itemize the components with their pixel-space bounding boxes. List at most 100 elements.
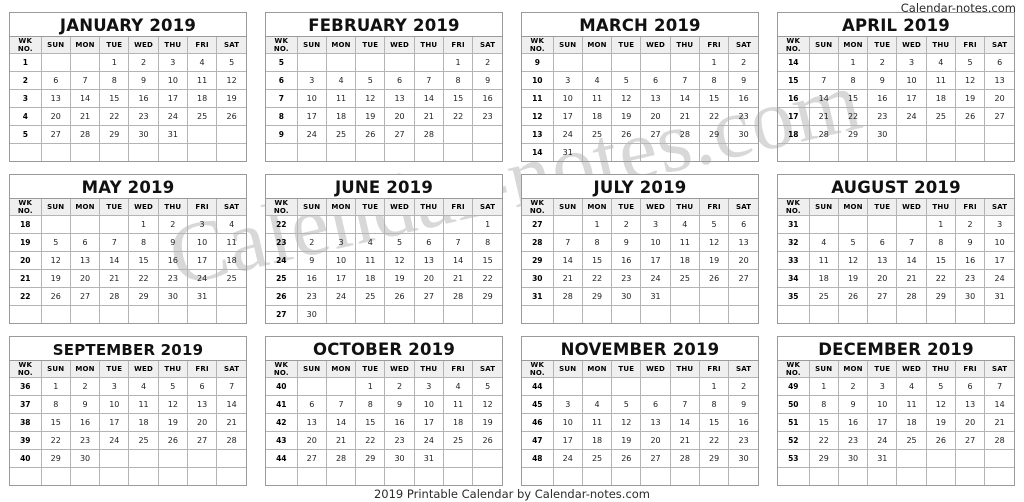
day-cell[interactable]: 8	[99, 70, 130, 90]
day-cell[interactable]	[69, 214, 101, 234]
day-cell[interactable]: 29	[355, 448, 386, 468]
day-cell[interactable]	[728, 286, 758, 306]
day-cell[interactable]: 12	[837, 250, 869, 270]
day-cell[interactable]: 15	[698, 88, 730, 108]
day-cell[interactable]: 6	[640, 70, 671, 90]
day-cell[interactable]: 8	[128, 232, 159, 252]
day-cell[interactable]: 28	[984, 430, 1014, 450]
day-cell[interactable]: 3	[99, 376, 130, 396]
day-cell[interactable]: 4	[581, 394, 613, 414]
day-cell[interactable]: 26	[355, 124, 386, 144]
day-cell[interactable]: 16	[837, 412, 869, 432]
day-cell[interactable]: 26	[384, 286, 415, 306]
day-cell[interactable]	[896, 304, 927, 323]
day-cell[interactable]: 15	[581, 250, 613, 270]
day-cell[interactable]: 2	[728, 52, 758, 72]
day-cell[interactable]: 26	[157, 430, 188, 450]
day-cell[interactable]	[669, 466, 700, 485]
day-cell[interactable]: 29	[698, 124, 730, 144]
day-cell[interactable]: 20	[640, 430, 671, 450]
day-cell[interactable]: 10	[640, 232, 671, 252]
day-cell[interactable]	[925, 142, 956, 161]
day-cell[interactable]	[640, 142, 671, 161]
day-cell[interactable]	[640, 376, 671, 396]
day-cell[interactable]: 21	[896, 268, 927, 288]
day-cell[interactable]: 23	[296, 286, 327, 306]
day-cell[interactable]: 31	[640, 286, 671, 306]
day-cell[interactable]: 27	[728, 268, 758, 288]
day-cell[interactable]: 17	[552, 106, 583, 126]
day-cell[interactable]: 8	[40, 394, 71, 414]
day-cell[interactable]	[128, 142, 159, 161]
day-cell[interactable]: 28	[69, 124, 101, 144]
day-cell[interactable]: 12	[384, 250, 415, 270]
day-cell[interactable]: 3	[552, 70, 583, 90]
day-cell[interactable]: 23	[728, 106, 758, 126]
day-cell[interactable]: 4	[186, 52, 218, 72]
day-cell[interactable]: 20	[984, 88, 1014, 108]
day-cell[interactable]: 4	[925, 52, 956, 72]
day-cell[interactable]: 27	[69, 286, 101, 306]
day-cell[interactable]	[186, 142, 218, 161]
day-cell[interactable]: 13	[867, 250, 898, 270]
day-cell[interactable]	[552, 466, 583, 485]
day-cell[interactable]: 22	[698, 430, 730, 450]
day-cell[interactable]	[69, 304, 101, 323]
day-cell[interactable]	[40, 304, 71, 323]
day-cell[interactable]	[296, 142, 327, 161]
day-cell[interactable]: 23	[69, 430, 101, 450]
day-cell[interactable]: 8	[925, 232, 956, 252]
day-cell[interactable]: 13	[384, 88, 415, 108]
day-cell[interactable]: 13	[728, 232, 758, 252]
day-cell[interactable]: 17	[984, 250, 1014, 270]
day-cell[interactable]: 18	[808, 268, 839, 288]
day-cell[interactable]: 15	[698, 412, 730, 432]
day-cell[interactable]: 31	[984, 286, 1014, 306]
day-cell[interactable]	[442, 304, 474, 323]
day-cell[interactable]: 27	[954, 430, 986, 450]
day-cell[interactable]: 19	[954, 88, 986, 108]
day-cell[interactable]: 11	[442, 394, 474, 414]
day-cell[interactable]: 25	[186, 106, 218, 126]
day-cell[interactable]: 8	[472, 232, 502, 252]
day-cell[interactable]: 7	[984, 376, 1014, 396]
day-cell[interactable]: 4	[355, 232, 386, 252]
day-cell[interactable]	[808, 304, 839, 323]
day-cell[interactable]: 31	[157, 124, 188, 144]
day-cell[interactable]: 26	[472, 430, 502, 450]
day-cell[interactable]: 31	[867, 448, 898, 468]
day-cell[interactable]	[837, 214, 869, 234]
day-cell[interactable]: 23	[867, 106, 898, 126]
day-cell[interactable]	[384, 52, 415, 72]
day-cell[interactable]: 6	[40, 70, 71, 90]
day-cell[interactable]: 11	[581, 88, 613, 108]
day-cell[interactable]	[157, 304, 188, 323]
day-cell[interactable]: 28	[216, 430, 246, 450]
day-cell[interactable]: 6	[296, 394, 327, 414]
day-cell[interactable]	[216, 142, 246, 161]
day-cell[interactable]: 26	[611, 124, 642, 144]
day-cell[interactable]: 27	[40, 124, 71, 144]
day-cell[interactable]: 21	[325, 430, 357, 450]
day-cell[interactable]	[442, 124, 474, 144]
day-cell[interactable]: 2	[157, 214, 188, 234]
day-cell[interactable]	[186, 124, 218, 144]
day-cell[interactable]: 16	[384, 412, 415, 432]
day-cell[interactable]: 17	[552, 430, 583, 450]
day-cell[interactable]	[954, 124, 986, 144]
day-cell[interactable]	[99, 448, 130, 468]
day-cell[interactable]: 24	[325, 286, 357, 306]
day-cell[interactable]: 5	[837, 232, 869, 252]
day-cell[interactable]: 13	[40, 88, 71, 108]
day-cell[interactable]: 30	[837, 448, 869, 468]
day-cell[interactable]: 22	[99, 106, 130, 126]
day-cell[interactable]	[186, 448, 218, 468]
day-cell[interactable]	[216, 304, 246, 323]
day-cell[interactable]: 6	[728, 214, 758, 234]
day-cell[interactable]: 20	[954, 412, 986, 432]
day-cell[interactable]: 2	[611, 214, 642, 234]
day-cell[interactable]: 20	[413, 268, 444, 288]
day-cell[interactable]	[442, 448, 474, 468]
day-cell[interactable]: 19	[837, 268, 869, 288]
day-cell[interactable]: 18	[186, 88, 218, 108]
